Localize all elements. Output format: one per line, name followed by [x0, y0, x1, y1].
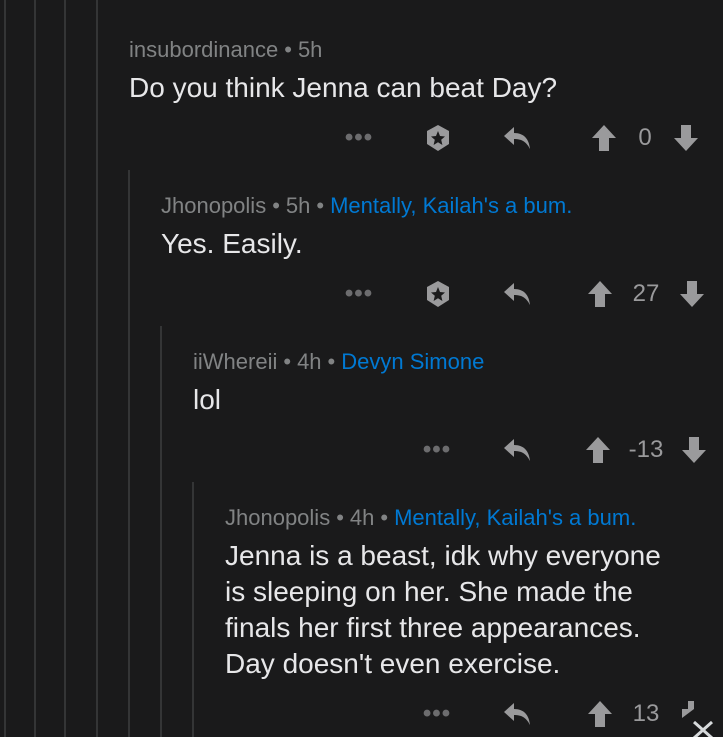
thread-line[interactable]	[64, 0, 66, 737]
downvote-button[interactable]	[680, 430, 708, 470]
upvote-arrow-icon	[588, 281, 612, 307]
comment-actions: ••• -13	[0, 430, 723, 470]
comment-time: 5h	[285, 193, 311, 218]
comment-time: 4h	[297, 349, 322, 374]
award-button[interactable]	[422, 274, 454, 314]
reply-button[interactable]	[500, 118, 534, 158]
reply-icon	[504, 283, 530, 305]
comment: Jhonopolis • 5h • Mentally, Kailah's a bum. …	[161, 192, 723, 262]
thread-line[interactable]	[96, 0, 98, 737]
comment: insubordinance • 5h Do you think Jenna can…	[129, 36, 723, 106]
vote-score: -13	[628, 436, 664, 463]
comment-author[interactable]: Jhonopolis	[161, 193, 266, 218]
comment-meta: Jhonopolis • 4h • Mentally, Kailah's a bum.	[225, 504, 723, 532]
comment-body: lol	[193, 384, 222, 415]
comment-meta: iiWhereii • 4h • Devyn Simone	[193, 348, 723, 376]
reply-button[interactable]	[500, 430, 534, 470]
comment-body: Jenna is a beast, idk why everyone is sl…	[225, 538, 723, 682]
award-icon	[427, 125, 449, 151]
upvote-button[interactable]	[586, 274, 614, 314]
comment-body: Yes. Easily.	[161, 228, 303, 259]
comment-author[interactable]: iiWhereii	[193, 349, 277, 374]
separator-dot: •	[327, 349, 336, 374]
downvote-arrow-icon	[674, 125, 698, 151]
user-flair: Devyn Simone	[341, 349, 485, 374]
vote-score: 27	[632, 280, 660, 307]
separator-dot: •	[380, 505, 389, 530]
reply-icon	[504, 439, 530, 461]
comment-actions: ••• 13	[0, 694, 723, 737]
award-icon	[427, 281, 449, 307]
comment-meta: Jhonopolis • 5h • Mentally, Kailah's a bum.	[161, 192, 723, 220]
thread-line[interactable]	[34, 0, 36, 737]
more-options-button[interactable]: •••	[422, 694, 452, 734]
comment-body-line: finals her first three appearances.	[225, 612, 641, 643]
vote-score: 13	[632, 700, 660, 727]
reply-button[interactable]	[500, 694, 534, 734]
separator-dot: •	[316, 193, 325, 218]
more-options-button[interactable]: •••	[344, 118, 374, 158]
separator-dot: •	[283, 349, 292, 374]
downvote-arrow-icon	[680, 281, 704, 307]
downvote-button[interactable]	[678, 274, 706, 314]
thread-line[interactable]	[4, 0, 6, 737]
award-button[interactable]	[422, 118, 454, 158]
comment-time: 4h	[349, 505, 375, 530]
close-icon	[693, 720, 713, 737]
reply-icon	[504, 127, 530, 149]
thread-line[interactable]	[160, 326, 162, 737]
comment-body-line: is sleeping on her. She made the	[225, 576, 633, 607]
comment-author[interactable]: Jhonopolis	[225, 505, 330, 530]
comment-actions: ••• 27	[0, 274, 723, 314]
vote-score: 0	[638, 124, 652, 151]
reply-button[interactable]	[500, 274, 534, 314]
comment: Jhonopolis • 4h • Mentally, Kailah's a bum. …	[225, 504, 723, 682]
upvote-arrow-icon	[592, 125, 616, 151]
user-flair: Mentally, Kailah's a bum.	[330, 193, 573, 218]
more-options-button[interactable]: •••	[422, 430, 452, 470]
separator-dot: •	[336, 505, 344, 530]
user-flair: Mentally, Kailah's a bum.	[394, 505, 637, 530]
comment-time: 5h	[297, 37, 323, 62]
comment-actions: ••• 0	[0, 118, 723, 158]
reply-icon	[504, 703, 530, 725]
upvote-arrow-icon	[588, 701, 612, 727]
comment-body-line: Day doesn't even exercise.	[225, 648, 561, 679]
downvote-button[interactable]	[672, 118, 700, 158]
comment-author[interactable]: insubordinance	[129, 37, 278, 62]
separator-dot: •	[272, 193, 280, 218]
collapse-button[interactable]	[688, 710, 718, 737]
comment-body: Do you think Jenna can beat Day?	[129, 72, 558, 103]
separator-dot: •	[284, 37, 292, 62]
comment-meta: insubordinance • 5h	[129, 36, 723, 64]
more-options-button[interactable]: •••	[344, 274, 374, 314]
upvote-arrow-icon	[586, 437, 610, 463]
upvote-button[interactable]	[584, 430, 612, 470]
upvote-button[interactable]	[586, 694, 614, 734]
comment-thread: insubordinance • 5h Do you think Jenna can…	[0, 0, 723, 737]
comment: iiWhereii • 4h • Devyn Simone lol	[193, 348, 723, 418]
downvote-arrow-icon	[682, 437, 706, 463]
upvote-button[interactable]	[590, 118, 618, 158]
comment-body-line: Jenna is a beast, idk why everyone	[225, 540, 661, 571]
